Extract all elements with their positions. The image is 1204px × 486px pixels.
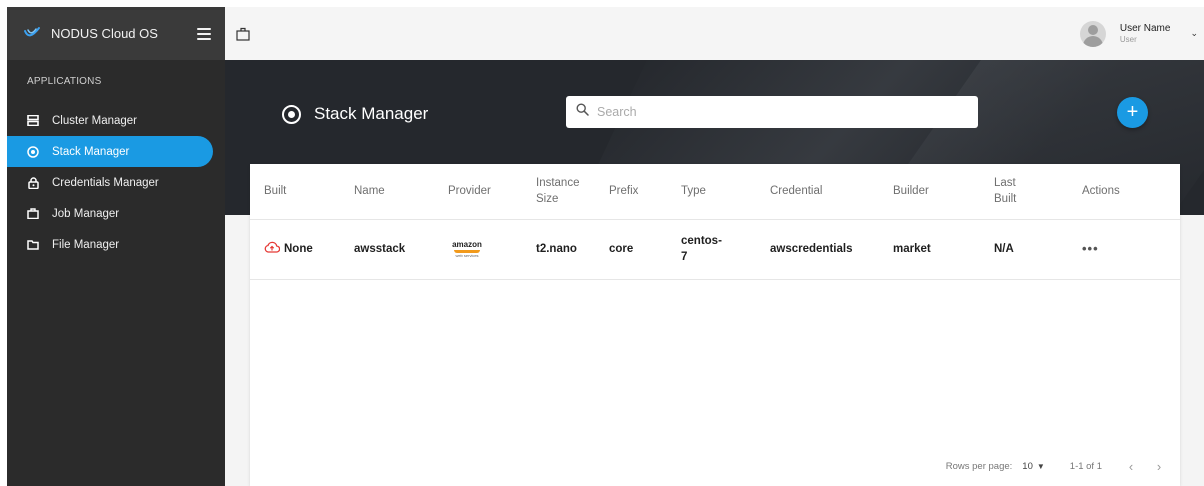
cell-type-text: centos-7 xyxy=(681,235,722,263)
app-title: NODUS Cloud OS xyxy=(51,26,158,41)
page-title-text: Stack Manager xyxy=(314,104,429,123)
search-input[interactable] xyxy=(597,105,957,119)
table-row[interactable]: None awsstack amazon web services t2.nan… xyxy=(250,219,1180,280)
column-header-instance-size-text: Instance Size xyxy=(536,177,580,206)
column-header-builder[interactable]: Builder xyxy=(893,164,994,220)
cell-type: centos-7 xyxy=(681,219,770,280)
aws-logo-subtext: web services xyxy=(455,253,479,259)
rows-per-page-label: Rows per page: xyxy=(945,460,1013,472)
cell-built: None xyxy=(250,219,354,280)
more-actions-icon[interactable]: ••• xyxy=(1082,241,1099,256)
built-status: None xyxy=(284,243,313,255)
rows-per-page-select[interactable]: 10 ▼ xyxy=(1022,461,1045,472)
sidebar-item-credentials-manager[interactable]: Credentials Manager xyxy=(7,167,213,198)
briefcase-icon xyxy=(27,208,39,220)
chevron-down-icon[interactable]: ⌄ xyxy=(1190,28,1198,39)
cloud-upload-error-icon xyxy=(264,241,281,258)
cell-instance-size: t2.nano xyxy=(536,219,609,280)
column-header-type[interactable]: Type xyxy=(681,164,770,220)
server-icon xyxy=(27,115,39,127)
sidebar-item-label: Stack Manager xyxy=(52,145,130,158)
rows-per-page-value: 10 xyxy=(1022,460,1033,472)
column-header-last-built-text: Last Built xyxy=(994,177,1017,206)
user-menu[interactable]: User Name User ⌄ xyxy=(1079,7,1204,60)
user-role: User xyxy=(1119,34,1137,44)
cell-last-built: N/A xyxy=(994,219,1082,280)
user-info: User Name User xyxy=(1120,23,1171,45)
cell-prefix: core xyxy=(609,219,681,280)
topbar: User Name User ⌄ xyxy=(225,7,1204,60)
briefcase-icon[interactable] xyxy=(236,27,250,41)
sidebar-item-stack-manager[interactable]: Stack Manager xyxy=(7,136,213,167)
table-header-row: Built Name Provider Instance Size Prefix… xyxy=(250,164,1180,220)
sidebar-item-cluster-manager[interactable]: Cluster Manager xyxy=(7,105,213,136)
sidebar-section-label: APPLICATIONS xyxy=(27,76,102,87)
column-header-built[interactable]: Built xyxy=(250,164,354,220)
caret-down-icon: ▼ xyxy=(1036,461,1045,471)
cell-builder: market xyxy=(893,219,994,280)
column-header-prefix[interactable]: Prefix xyxy=(609,164,681,220)
column-header-instance-size[interactable]: Instance Size xyxy=(536,164,609,220)
pagination-range: 1-1 of 1 xyxy=(1069,460,1102,472)
target-icon xyxy=(27,145,39,158)
search-box xyxy=(566,96,978,128)
cell-actions: ••• xyxy=(1082,219,1180,280)
user-name: User Name xyxy=(1119,22,1171,34)
sidebar-header: NODUS Cloud OS xyxy=(7,7,225,60)
hamburger-menu-icon[interactable] xyxy=(197,27,211,40)
page-title: Stack Manager xyxy=(282,104,428,124)
avatar xyxy=(1079,20,1106,47)
lock-icon xyxy=(27,176,39,189)
app-frame: NODUS Cloud OS APPLICATIONS Cluster Mana… xyxy=(7,7,1204,486)
column-header-actions: Actions xyxy=(1082,164,1180,220)
target-icon xyxy=(282,104,301,124)
folder-icon xyxy=(27,239,39,251)
previous-page-icon[interactable]: ‹ xyxy=(1124,459,1138,474)
search-icon xyxy=(576,103,589,121)
column-header-name[interactable]: Name xyxy=(354,164,448,220)
sidebar-item-file-manager[interactable]: File Manager xyxy=(7,229,213,260)
sidebar-item-label: Job Manager xyxy=(52,207,120,220)
column-header-credential[interactable]: Credential xyxy=(770,164,893,220)
sidebar-item-label: File Manager xyxy=(52,238,120,251)
stacks-table: Built Name Provider Instance Size Prefix… xyxy=(250,164,1180,280)
add-stack-button[interactable]: + xyxy=(1117,97,1148,128)
sidebar: NODUS Cloud OS APPLICATIONS Cluster Mana… xyxy=(7,7,225,486)
cell-provider: amazon web services xyxy=(448,219,536,280)
pagination: Rows per page: 10 ▼ 1-1 of 1 ‹ › xyxy=(946,456,1180,476)
aws-logo-text: amazon xyxy=(452,240,482,250)
column-header-provider[interactable]: Provider xyxy=(448,164,536,220)
sidebar-item-label: Credentials Manager xyxy=(52,176,159,189)
aws-logo: amazon web services xyxy=(448,237,486,262)
column-header-last-built[interactable]: Last Built xyxy=(994,164,1082,220)
cell-name: awsstack xyxy=(354,219,448,280)
cell-credential: awscredentials xyxy=(770,219,893,280)
sidebar-item-job-manager[interactable]: Job Manager xyxy=(7,198,213,229)
nodus-logo-icon xyxy=(23,25,41,43)
sidebar-item-label: Cluster Manager xyxy=(52,114,138,127)
stacks-table-card: Built Name Provider Instance Size Prefix… xyxy=(250,164,1180,486)
next-page-icon[interactable]: › xyxy=(1152,459,1166,474)
